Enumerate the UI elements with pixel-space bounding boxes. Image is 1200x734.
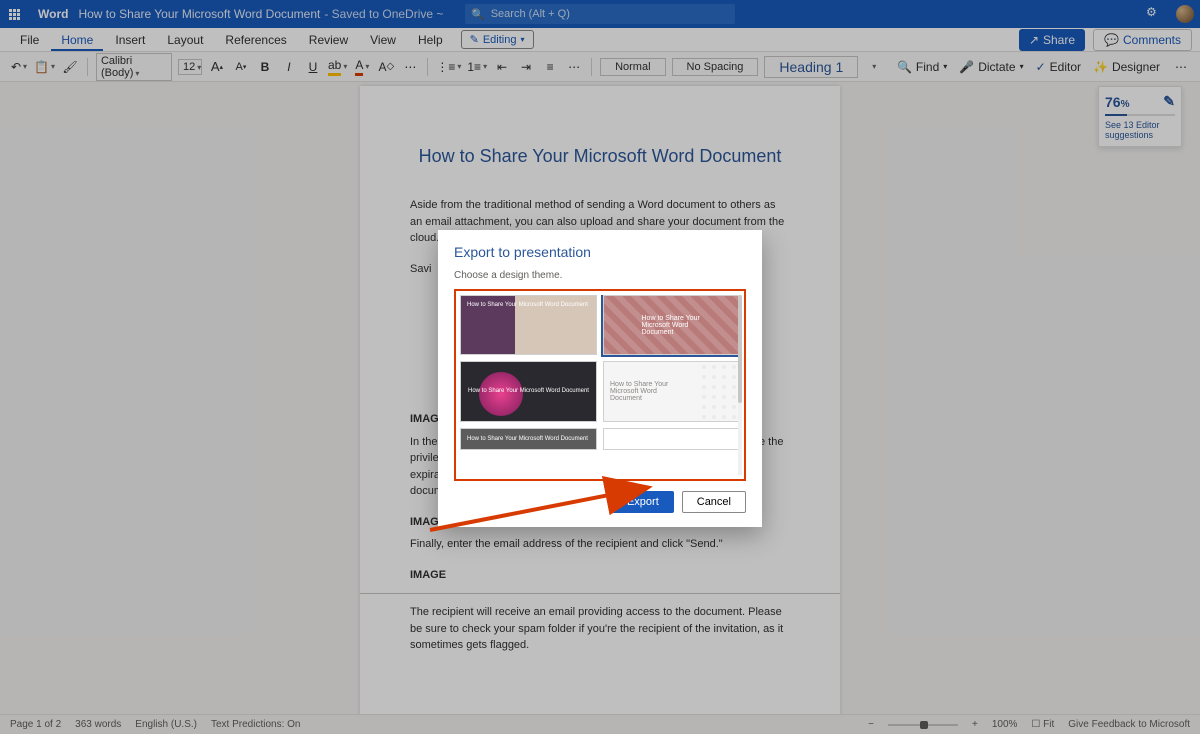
theme-grid: How to Share Your Microsoft Word Documen…	[460, 295, 740, 475]
theme-option-2[interactable]: How to Share Your Microsoft Word Documen…	[603, 295, 740, 355]
dialog-title: Export to presentation	[454, 244, 746, 260]
theme-option-5[interactable]: How to Share Your Microsoft Word Documen…	[460, 428, 597, 450]
theme-option-1[interactable]: How to Share Your Microsoft Word Documen…	[460, 295, 597, 355]
theme-option-4[interactable]: How to Share Your Microsoft Word Documen…	[603, 361, 740, 421]
cancel-button[interactable]: Cancel	[682, 491, 746, 513]
theme-option-3[interactable]: How to Share Your Microsoft Word Documen…	[460, 361, 597, 421]
export-presentation-dialog: Export to presentation Choose a design t…	[438, 230, 762, 527]
export-button[interactable]: Export	[612, 491, 674, 513]
theme-scrollbar[interactable]	[738, 295, 742, 475]
dialog-subtitle: Choose a design theme.	[454, 270, 746, 281]
theme-grid-highlight: How to Share Your Microsoft Word Documen…	[454, 289, 746, 481]
theme-option-6[interactable]	[603, 428, 740, 450]
